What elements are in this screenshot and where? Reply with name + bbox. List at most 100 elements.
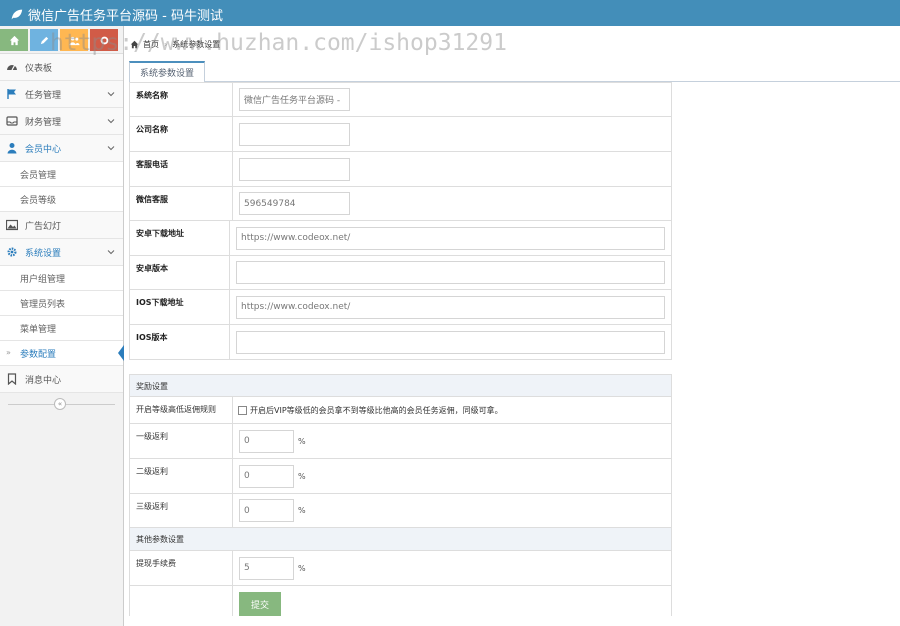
sidebar-subitem-member-manage[interactable]: 会员管理 [0, 162, 123, 187]
tab-bar: 系统参数设置 [129, 61, 900, 83]
form-row-level1: 一级返利 0 % [129, 424, 672, 459]
wechat-service-label: 微信客服 [130, 187, 233, 220]
sidebar-item-label: 系统设置 [25, 248, 62, 259]
chevron-down-icon [107, 119, 115, 124]
form-row-ios-version: IOS版本 [129, 325, 672, 360]
form-row-android-url: 安卓下载地址 https://www.codeox.net/ [129, 221, 672, 256]
tab-system-params[interactable]: 系统参数设置 [129, 61, 205, 83]
withdraw-fee-label: 提现手续费 [130, 551, 233, 585]
submit-row-spacer [130, 586, 233, 616]
sidebar-subitem-member-level[interactable]: 会员等级 [0, 187, 123, 212]
form-row-ios-url: IOS下载地址 https://www.codeox.net/ [129, 290, 672, 325]
android-version-input[interactable] [236, 261, 665, 284]
pencil-icon [40, 36, 48, 44]
android-url-input[interactable]: https://www.codeox.net/ [236, 226, 665, 250]
ios-version-input[interactable] [236, 330, 665, 354]
level2-input[interactable]: 0 [239, 464, 294, 488]
home-icon [9, 35, 19, 45]
brand[interactable]: 微信广告任务平台源码 - 码牛测试 [10, 5, 223, 24]
collapse-sidebar-button[interactable]: « [54, 398, 66, 410]
bookmark-icon [7, 373, 17, 385]
chevron-down-icon [107, 92, 115, 97]
sidebar-subitem-label: 菜单管理 [20, 324, 57, 335]
other-section-header: 其他参数设置 [129, 528, 672, 551]
sidebar-subitem-label: 管理员列表 [20, 299, 66, 310]
sidebar-item-finance[interactable]: 财务管理 [0, 108, 123, 135]
sidebar-item-label: 仪表板 [25, 63, 53, 74]
form-row-system-name: 系统名称 微信广告任务平台源码 - [129, 82, 672, 117]
sidebar-item-tasks[interactable]: 任务管理 [0, 81, 123, 108]
shortcut-home-button[interactable] [0, 29, 28, 51]
sidebar-subitem-label: 会员等级 [20, 195, 57, 206]
sidebar: 仪表板 任务管理 财务管理 会员中心 会员管理 会员等级 广告幻灯 系统设置 用… [0, 26, 124, 626]
form-row-level2: 二级返利 0 % [129, 459, 672, 494]
sidebar-collapse-bar: « [0, 393, 123, 415]
form-spacer [129, 360, 672, 374]
sidebar-subitem-label: 参数配置 [20, 349, 57, 360]
user-icon [7, 143, 17, 154]
ios-url-label: IOS下载地址 [130, 290, 230, 324]
sidebar-item-members[interactable]: 会员中心 [0, 135, 123, 162]
form-row-service-phone: 客服电话 [129, 152, 672, 187]
double-angle-right-icon: » [6, 348, 11, 357]
wechat-service-input[interactable]: 596549784 [239, 192, 350, 215]
sidebar-subitem-label: 用户组管理 [20, 274, 66, 285]
level1-label: 一级返利 [130, 424, 233, 458]
gear-icon [7, 247, 17, 257]
rebate-rule-label: 开启等级高低返佣规则 [130, 397, 233, 423]
sidebar-item-system[interactable]: 系统设置 [0, 239, 123, 266]
sidebar-item-label: 消息中心 [25, 375, 62, 386]
form-row-rebate-rule: 开启等级高低返佣规则 开启后VIP等级低的会员拿不到等级比他高的会员任务返佣，同… [129, 397, 672, 424]
level2-label: 二级返利 [130, 459, 233, 493]
sidebar-subitem-menus[interactable]: 菜单管理 [0, 316, 123, 341]
level3-input[interactable]: 0 [239, 499, 294, 522]
level3-label: 三级返利 [130, 494, 233, 527]
flag-icon [7, 89, 16, 99]
sidebar-subitem-label: 会员管理 [20, 170, 57, 181]
chevron-down-icon [107, 146, 115, 151]
withdraw-fee-input[interactable]: 5 [239, 556, 294, 580]
ios-url-input[interactable]: https://www.codeox.net/ [236, 295, 665, 319]
sidebar-subitem-params[interactable]: » 参数配置 [0, 341, 124, 366]
withdraw-fee-unit: % [298, 563, 306, 573]
android-version-label: 安卓版本 [130, 256, 230, 289]
sidebar-item-ads[interactable]: 广告幻灯 [0, 212, 123, 239]
service-phone-label: 客服电话 [130, 152, 233, 186]
level1-unit: % [298, 436, 306, 446]
form-row-level3: 三级返利 0 % [129, 494, 672, 528]
app-title: 微信广告任务平台源码 - 码牛测试 [28, 9, 223, 24]
level1-input[interactable]: 0 [239, 429, 294, 453]
sidebar-item-label: 广告幻灯 [25, 221, 62, 232]
sidebar-subitem-usergroup[interactable]: 用户组管理 [0, 266, 123, 291]
android-url-label: 安卓下载地址 [130, 221, 230, 255]
sidebar-item-messages[interactable]: 消息中心 [0, 366, 123, 393]
sidebar-item-dashboard[interactable]: 仪表板 [0, 54, 123, 81]
system-params-form: 系统名称 微信广告任务平台源码 - 公司名称 客服电话 微信客服 5965497… [129, 82, 672, 616]
sidebar-item-label: 会员中心 [25, 144, 62, 155]
inbox-icon [6, 116, 18, 126]
watermark-text: https://www.huzhan.com/ishop31291 [50, 30, 507, 56]
rebate-rule-text: 开启后VIP等级低的会员拿不到等级比他高的会员任务返佣，同级可拿。 [250, 405, 503, 415]
form-row-submit: 提交 [129, 586, 672, 616]
sidebar-item-label: 财务管理 [25, 117, 62, 128]
rebate-rule-checkbox[interactable] [238, 405, 247, 415]
system-name-input[interactable]: 微信广告任务平台源码 - [239, 88, 350, 111]
ios-version-label: IOS版本 [130, 325, 230, 359]
form-row-wechat-service: 微信客服 596549784 [129, 187, 672, 221]
top-navbar: 微信广告任务平台源码 - 码牛测试 [0, 0, 900, 26]
service-phone-input[interactable] [239, 157, 350, 181]
leaf-icon [11, 9, 23, 20]
level3-unit: % [298, 506, 306, 515]
form-row-withdraw-fee: 提现手续费 5 % [129, 551, 672, 586]
form-row-android-version: 安卓版本 [129, 256, 672, 290]
system-name-label: 系统名称 [130, 83, 233, 116]
company-name-input[interactable] [239, 122, 350, 146]
sidebar-item-label: 任务管理 [25, 90, 62, 101]
reward-section-header: 奖励设置 [129, 374, 672, 397]
sidebar-subitem-admins[interactable]: 管理员列表 [0, 291, 123, 316]
level2-unit: % [298, 471, 306, 481]
submit-button[interactable]: 提交 [239, 592, 281, 616]
form-row-company-name: 公司名称 [129, 117, 672, 152]
dashboard-icon [7, 65, 17, 71]
chevron-down-icon [107, 250, 115, 255]
